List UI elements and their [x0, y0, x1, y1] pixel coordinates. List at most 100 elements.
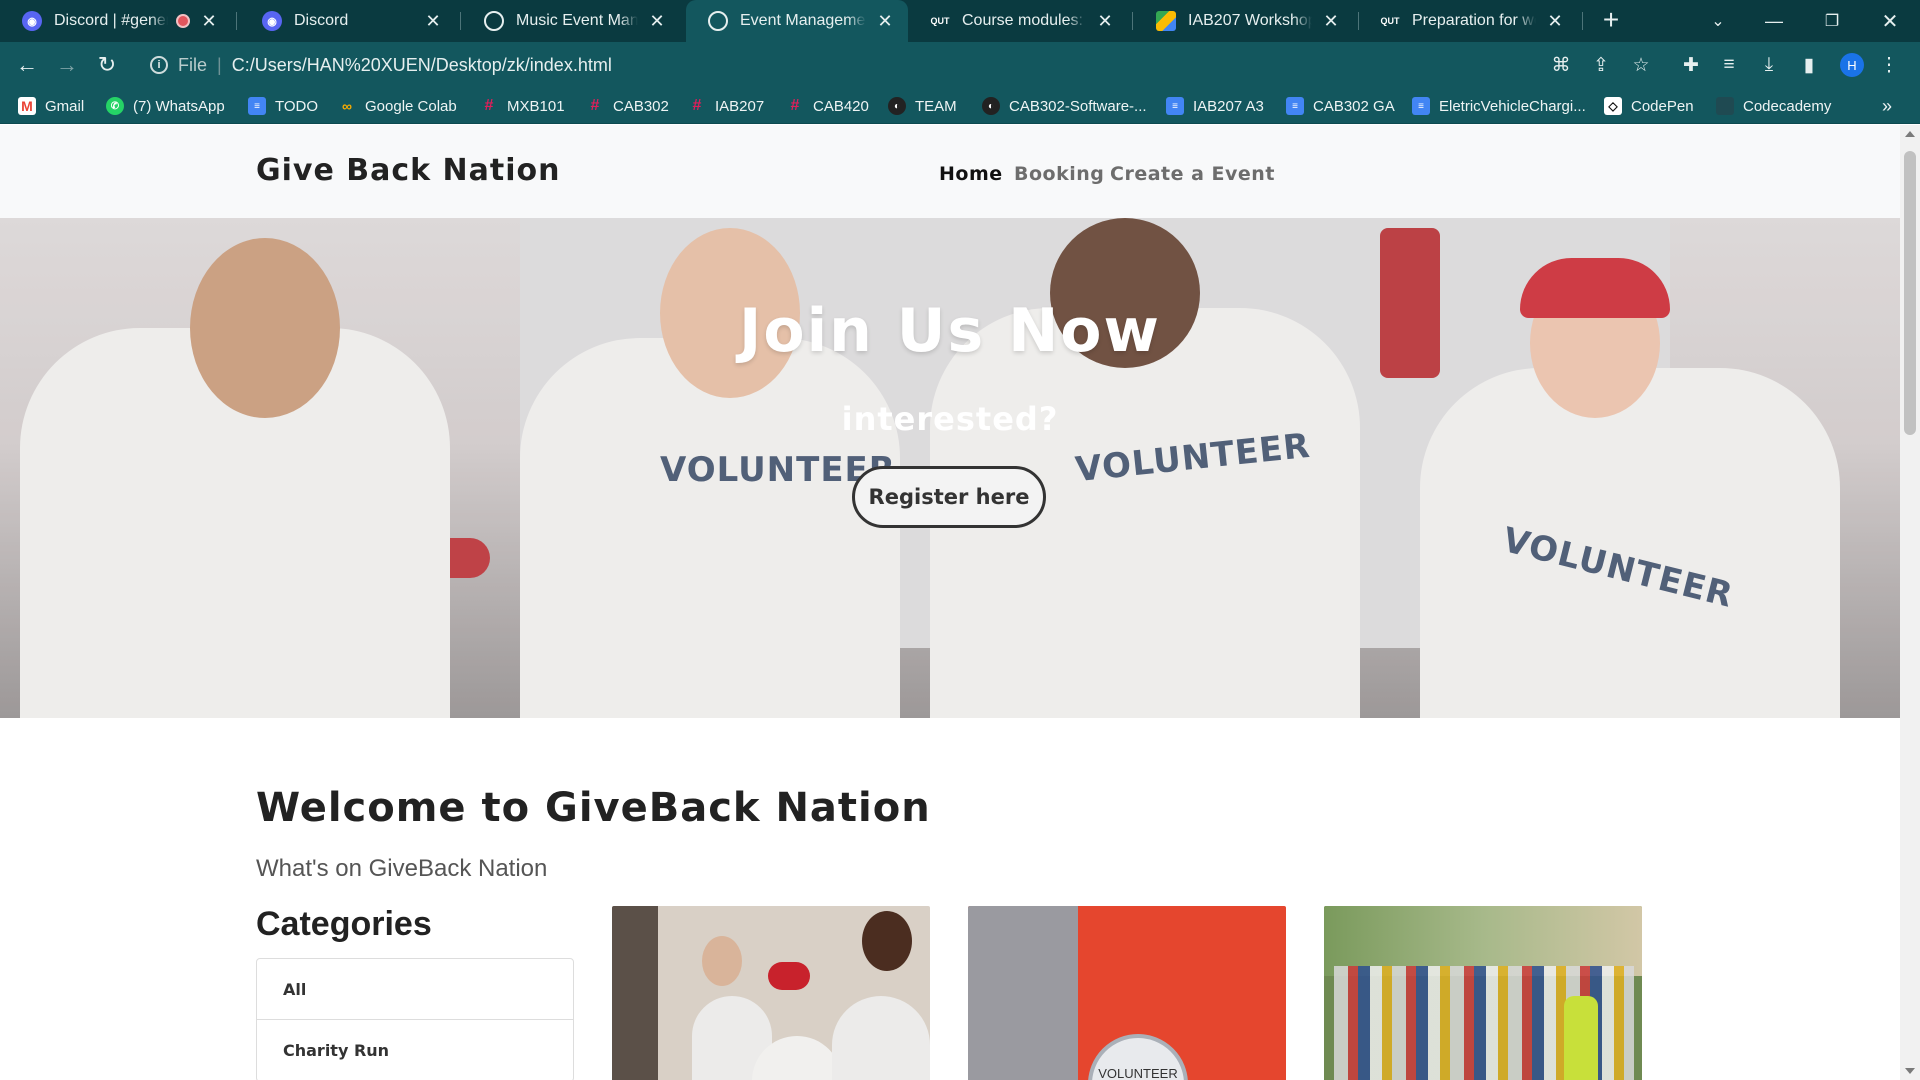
colab-icon: ∞ — [342, 98, 352, 114]
bookmark-star-icon[interactable]: ☆ — [1628, 52, 1654, 78]
slack-icon: # — [590, 97, 600, 114]
bookmarks-overflow-button[interactable]: » — [1882, 88, 1892, 124]
page-viewport: Give Back Nation Home Booking Create a E… — [0, 125, 1900, 1080]
event-card-image-2[interactable]: VOLUNTEER — [968, 906, 1286, 1080]
address-bar[interactable]: i File | C:/Users/HAN%20XUEN/Desktop/zk/… — [136, 47, 1606, 83]
category-charity-run[interactable]: Charity Run — [257, 1020, 573, 1080]
close-window-button[interactable]: ✕ — [1862, 0, 1918, 42]
close-tab-icon[interactable]: ✕ — [1322, 11, 1340, 32]
globe-icon — [484, 11, 504, 31]
new-tab-button[interactable]: + — [1596, 6, 1626, 36]
card-3-runner-shape — [1564, 996, 1598, 1080]
welcome-heading: Welcome to GiveBack Nation — [256, 785, 931, 831]
hero-banner: VOLUNTEER VOLUNTEER VOLUNTEER Join Us No… — [0, 218, 1900, 718]
forward-button[interactable]: → — [52, 50, 82, 80]
codepen-icon: ◇ — [1604, 97, 1622, 115]
bookmark-codecademy[interactable]: Codecademy — [1716, 88, 1831, 124]
github-icon: ◐ — [888, 97, 906, 115]
card-1-person-shape — [832, 996, 930, 1080]
url-text[interactable]: C:/Users/HAN%20XUEN/Desktop/zk/index.htm… — [232, 55, 612, 76]
card-2-badge-shape: VOLUNTEER — [1088, 1034, 1188, 1080]
tab-preparation[interactable]: QUT Preparation for week ✕ — [1358, 0, 1578, 42]
close-tab-icon[interactable]: ✕ — [876, 11, 894, 32]
restore-button[interactable]: ❐ — [1804, 0, 1860, 42]
drive-icon — [1156, 11, 1176, 31]
scroll-down-arrow-icon[interactable] — [1905, 1068, 1915, 1074]
translate-icon[interactable]: ⌘ — [1548, 52, 1574, 78]
scrollbar-thumb[interactable] — [1904, 151, 1916, 435]
scroll-up-arrow-icon[interactable] — [1905, 131, 1915, 137]
bookmark-whatsapp[interactable]: ✆ (7) WhatsApp — [106, 88, 225, 124]
docs-icon: ≡ — [1166, 97, 1184, 115]
nav-create-event[interactable]: Create a Event — [1110, 163, 1275, 185]
minimize-button[interactable]: — — [1746, 0, 1802, 42]
tab-separator — [1132, 12, 1133, 30]
category-all[interactable]: All — [257, 959, 573, 1020]
categories-heading: Categories — [256, 905, 432, 943]
whatsapp-icon: ✆ — [106, 97, 124, 115]
bookmark-mxb101[interactable]: # MXB101 — [480, 88, 565, 124]
slack-icon: # — [484, 97, 494, 114]
close-tab-icon[interactable]: ✕ — [424, 11, 442, 32]
tab-music-event[interactable]: Music Event Management ✕ — [462, 0, 680, 42]
register-button[interactable]: Register here — [852, 466, 1046, 528]
bookmark-iab207[interactable]: # IAB207 — [688, 88, 765, 124]
site-info-icon[interactable]: i — [150, 56, 168, 74]
discord-icon: ◉ — [262, 11, 282, 31]
slack-icon: # — [692, 97, 702, 114]
bookmark-iab207-a3[interactable]: ≡ IAB207 A3 — [1166, 88, 1264, 124]
slack-icon: # — [790, 97, 800, 114]
page-scrollbar[interactable] — [1900, 125, 1920, 1080]
back-button[interactable]: ← — [12, 50, 42, 80]
side-panel-icon[interactable]: ▮ — [1796, 52, 1822, 78]
profile-avatar[interactable]: H — [1840, 53, 1864, 77]
event-card-image-3[interactable] — [1324, 906, 1642, 1080]
event-card-image-1[interactable] — [612, 906, 930, 1080]
tab-event-management[interactable]: Event Management System ✕ — [686, 0, 908, 42]
hero-subtitle: interested? — [841, 400, 1059, 438]
card-1-head-shape — [702, 936, 742, 986]
tab-discord-general[interactable]: ◉ Discord | #general ✕ — [0, 0, 232, 42]
download-icon[interactable]: ⤓ — [1756, 52, 1782, 78]
close-tab-icon[interactable]: ✕ — [648, 11, 666, 32]
card-1-head-shape — [862, 911, 912, 971]
hero-title: Join Us Now — [739, 296, 1161, 366]
qut-icon: QUT — [930, 11, 950, 31]
tab-course-modules[interactable]: QUT Course modules: IAB207 ✕ — [908, 0, 1128, 42]
browser-tab-strip: ◉ Discord | #general ✕ ◉ Discord ✕ Music… — [0, 0, 1920, 42]
tab-search-icon[interactable]: ⌄ — [1690, 0, 1746, 42]
tab-discord[interactable]: ◉ Discord ✕ — [240, 0, 456, 42]
close-tab-icon[interactable]: ✕ — [1096, 11, 1114, 32]
url-separator: | — [217, 54, 222, 75]
qut-icon: QUT — [1380, 11, 1400, 31]
tagline: What's on GiveBack Nation — [256, 855, 548, 882]
media-control-icon[interactable]: ≡ — [1716, 52, 1742, 78]
tab-workshop[interactable]: IAB207 Workshop week ✕ — [1134, 0, 1354, 42]
bookmark-todo[interactable]: ≡ TODO — [248, 88, 318, 124]
extensions-icon[interactable]: ✚ — [1678, 52, 1704, 78]
docs-icon: ≡ — [1412, 97, 1430, 115]
nav-booking[interactable]: Booking — [1014, 163, 1104, 185]
bookmark-cab302[interactable]: # CAB302 — [586, 88, 669, 124]
bookmark-team[interactable]: ◐ TEAM — [888, 88, 957, 124]
discord-icon: ◉ — [22, 11, 42, 31]
bookmark-cab302-software[interactable]: ◐ CAB302-Software-... — [982, 88, 1147, 124]
codecademy-icon — [1716, 97, 1734, 115]
site-brand[interactable]: Give Back Nation — [256, 153, 561, 188]
close-tab-icon[interactable]: ✕ — [200, 11, 218, 32]
bookmark-colab[interactable]: ∞ Google Colab — [338, 88, 457, 124]
bookmark-gmail[interactable]: M Gmail — [18, 88, 84, 124]
nav-home[interactable]: Home — [939, 163, 1003, 185]
bookmark-ev-charging[interactable]: ≡ EletricVehicleChargi... — [1412, 88, 1586, 124]
share-icon[interactable]: ⇪ — [1588, 52, 1614, 78]
close-tab-icon[interactable]: ✕ — [1546, 11, 1564, 32]
bookmark-cab420[interactable]: # CAB420 — [786, 88, 869, 124]
bookmark-codepen[interactable]: ◇ CodePen — [1604, 88, 1694, 124]
card-1-bandana-shape — [768, 962, 810, 990]
bookmark-cab302-ga[interactable]: ≡ CAB302 GA — [1286, 88, 1395, 124]
reload-button[interactable]: ↻ — [92, 50, 122, 80]
menu-kebab-icon[interactable]: ⋮ — [1876, 52, 1902, 78]
globe-icon — [708, 11, 728, 31]
browser-toolbar: ← → ↻ i File | C:/Users/HAN%20XUEN/Deskt… — [0, 42, 1920, 88]
site-navbar: Give Back Nation Home Booking Create a E… — [0, 125, 1900, 218]
